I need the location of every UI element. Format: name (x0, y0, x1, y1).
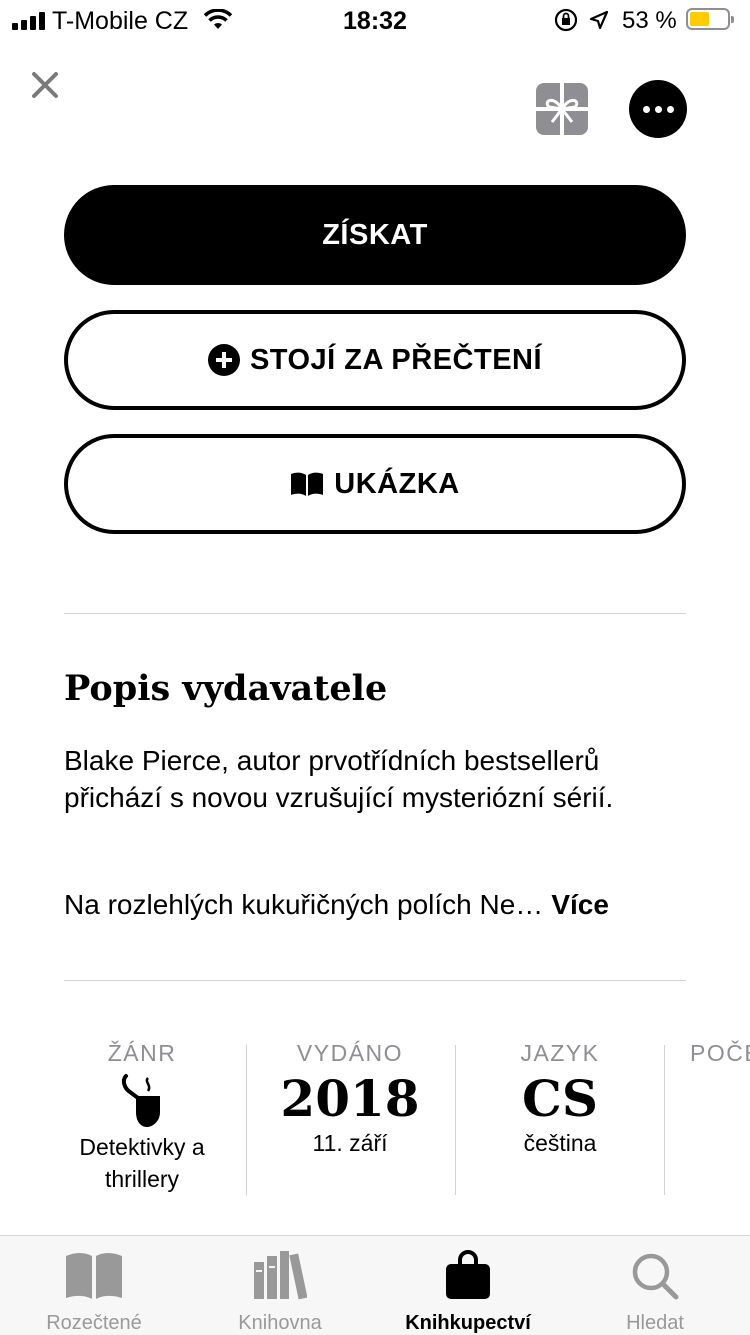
section-title: Popis vydavatele (64, 668, 388, 709)
get-button-label: ZÍSKAT (322, 218, 428, 251)
column-separator (664, 1045, 665, 1195)
language-label: JAZYK (520, 1040, 600, 1066)
description-text: Blake Pierce, autor prvotřídních bestsel… (64, 745, 614, 813)
more-button[interactable] (629, 80, 687, 138)
battery-icon (686, 8, 734, 30)
language-code: CS (522, 1069, 598, 1128)
release-info: VYDÁNO 2018 11. září (252, 1040, 448, 1159)
open-book-icon (66, 1253, 122, 1299)
column-separator (455, 1045, 456, 1195)
want-to-read-label: STOJÍ ZA PŘEČTENÍ (249, 343, 543, 376)
tab-book-store[interactable]: Knihkupectví (378, 1248, 558, 1335)
orientation-lock-icon (554, 8, 578, 37)
search-icon (632, 1253, 679, 1300)
more-icon (642, 105, 650, 113)
genre-info[interactable]: ŽÁNR Detektivky a thrillery (46, 1040, 238, 1195)
tab-search[interactable]: Hledat (565, 1248, 745, 1335)
shopping-bag-icon (446, 1250, 490, 1299)
genre-value: Detektivky a thrillery (79, 1134, 205, 1192)
divider (64, 980, 686, 981)
release-label: VYDÁNO (296, 1040, 404, 1066)
genre-label: ŽÁNR (107, 1040, 177, 1066)
sample-label: UKÁZKA (334, 467, 460, 500)
gift-icon (536, 83, 588, 135)
want-to-read-button[interactable]: STOJÍ ZA PŘEČTENÍ (64, 310, 686, 410)
tab-label: Knihovna (238, 1312, 322, 1334)
language-name: čeština (523, 1130, 597, 1156)
close-icon (32, 72, 58, 98)
detective-pipe-icon (121, 1074, 160, 1127)
location-icon (589, 10, 609, 35)
language-info: JAZYK CS čeština (462, 1040, 658, 1159)
tab-library[interactable]: Knihovna (190, 1248, 370, 1335)
library-icon (254, 1251, 307, 1300)
release-date: 11. září (312, 1130, 388, 1156)
tab-label: Rozečtené (46, 1312, 142, 1334)
more-link[interactable]: Více (551, 889, 609, 920)
divider (64, 613, 686, 614)
pages-label: POČE (690, 1040, 750, 1066)
tab-reading-now[interactable]: Rozečtené (4, 1248, 184, 1335)
description-excerpt: Na rozlehlých kukuřičných polích Ne… Více (64, 886, 714, 923)
column-separator (246, 1045, 247, 1195)
release-year: 2018 (280, 1069, 420, 1128)
get-button[interactable]: ZÍSKAT (64, 185, 686, 285)
battery-percent: 53 % (622, 7, 677, 34)
gift-button[interactable] (535, 82, 589, 136)
close-button[interactable] (30, 70, 60, 100)
pages-info: POČE (690, 1040, 750, 1067)
sample-button[interactable]: UKÁZKA (64, 434, 686, 534)
tab-label: Hledat (626, 1312, 684, 1334)
plus-circle-icon (207, 344, 240, 376)
excerpt-text: Na rozlehlých kukuřičných polích Ne… (64, 889, 544, 920)
status-bar: T-Mobile CZ 18:32 53 % (0, 0, 750, 40)
book-icon (291, 472, 324, 496)
tab-label: Knihkupectví (405, 1312, 531, 1334)
